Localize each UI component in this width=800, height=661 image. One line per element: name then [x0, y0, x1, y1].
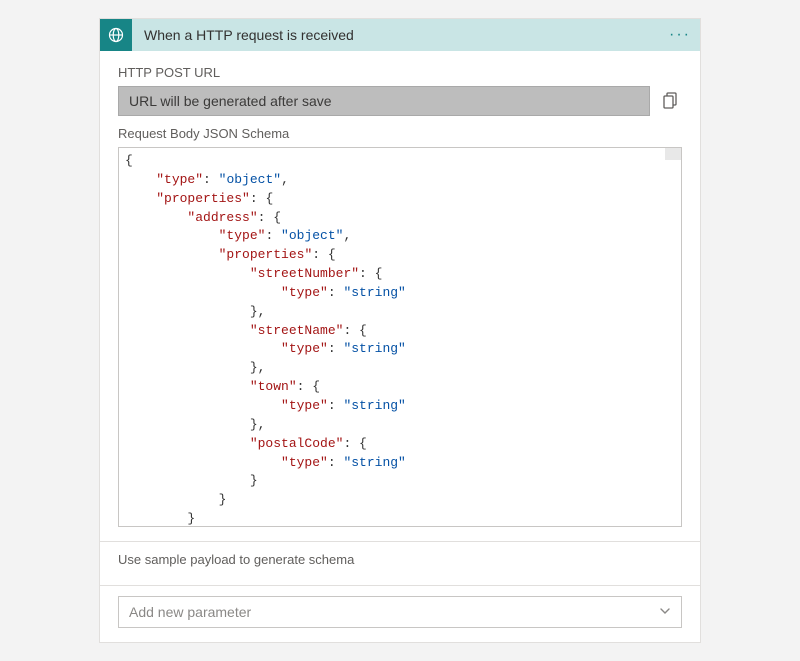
http-url-row: URL will be generated after save — [118, 86, 682, 116]
add-parameter-dropdown[interactable]: Add new parameter — [118, 596, 682, 628]
schema-label: Request Body JSON Schema — [118, 126, 682, 141]
scrollbar-hint — [665, 148, 681, 160]
add-parameter-placeholder: Add new parameter — [129, 604, 251, 620]
http-url-label: HTTP POST URL — [118, 65, 682, 80]
more-menu-button[interactable]: ··· — [666, 19, 694, 51]
card-header[interactable]: When a HTTP request is received ··· — [100, 19, 700, 51]
card-body: HTTP POST URL URL will be generated afte… — [100, 51, 700, 642]
use-sample-payload-link[interactable]: Use sample payload to generate schema — [118, 542, 682, 571]
trigger-card: When a HTTP request is received ··· HTTP… — [99, 18, 701, 643]
divider — [100, 585, 700, 586]
schema-editor[interactable]: { "type": "object", "properties": { "add… — [118, 147, 682, 527]
card-title: When a HTTP request is received — [132, 27, 354, 43]
chevron-down-icon — [659, 604, 671, 620]
globe-icon — [100, 19, 132, 51]
http-url-field: URL will be generated after save — [118, 86, 650, 116]
copy-url-button[interactable] — [660, 90, 682, 112]
